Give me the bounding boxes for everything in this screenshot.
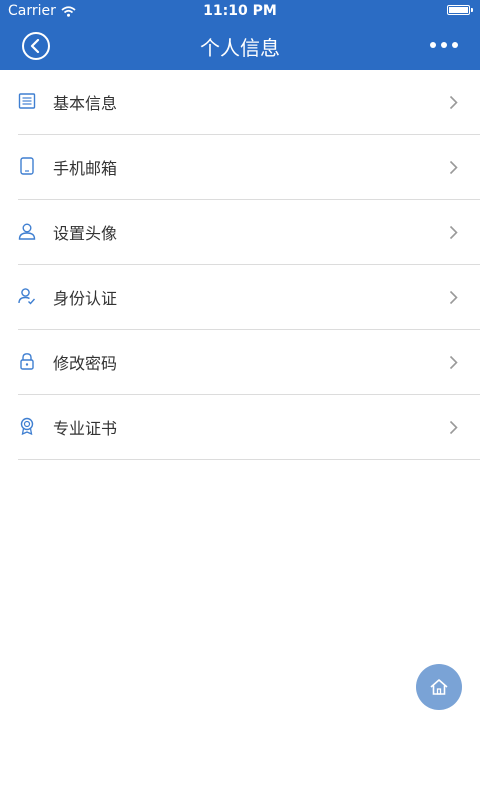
lock-icon — [20, 353, 34, 370]
tablet-icon — [20, 157, 34, 175]
menu-item-label: 身份认证 — [53, 289, 118, 308]
menu-item-label: 基本信息 — [53, 94, 118, 113]
home-button[interactable] — [416, 664, 462, 710]
chevron-right-icon — [449, 420, 458, 435]
battery-icon — [447, 5, 473, 15]
navigation-bar: 个人信息 — [0, 22, 480, 70]
more-dot — [452, 42, 458, 48]
certificate-icon — [20, 417, 34, 435]
menu-item-professional-certificate[interactable]: 专业证书 — [18, 395, 480, 460]
menu-item-change-password[interactable]: 修改密码 — [18, 330, 480, 395]
menu-item-set-avatar[interactable]: 设置头像 — [18, 200, 480, 265]
settings-menu: 基本信息 手机邮箱 设置头像 身份认证 修改密码 专业证书 — [18, 70, 480, 460]
chevron-right-icon — [449, 290, 458, 305]
screen: Carrier 11:10 PM 个人信息 基本信息 手机邮箱 设置头像 身份认… — [0, 0, 480, 800]
menu-item-label: 手机邮箱 — [53, 159, 118, 178]
more-dot — [430, 42, 436, 48]
chevron-right-icon — [449, 355, 458, 370]
menu-item-label: 设置头像 — [53, 224, 118, 243]
top-bar: Carrier 11:10 PM 个人信息 — [0, 0, 480, 70]
menu-item-phone-email[interactable]: 手机邮箱 — [18, 135, 480, 200]
menu-item-label: 专业证书 — [53, 419, 118, 438]
page-title: 个人信息 — [200, 36, 280, 60]
user-verified-icon — [18, 288, 36, 305]
more-dot — [441, 42, 447, 48]
status-time: 11:10 PM — [203, 3, 277, 19]
more-options-button[interactable] — [430, 42, 458, 48]
home-icon — [430, 679, 448, 695]
chevron-right-icon — [449, 95, 458, 110]
status-bar: Carrier 11:10 PM — [0, 0, 480, 22]
chevron-right-icon — [449, 160, 458, 175]
menu-item-label: 修改密码 — [53, 354, 118, 373]
document-list-icon — [18, 93, 36, 109]
chevron-right-icon — [449, 225, 458, 240]
menu-item-basic-info[interactable]: 基本信息 — [18, 70, 480, 135]
user-icon — [18, 223, 36, 240]
menu-item-identity-verification[interactable]: 身份认证 — [18, 265, 480, 330]
